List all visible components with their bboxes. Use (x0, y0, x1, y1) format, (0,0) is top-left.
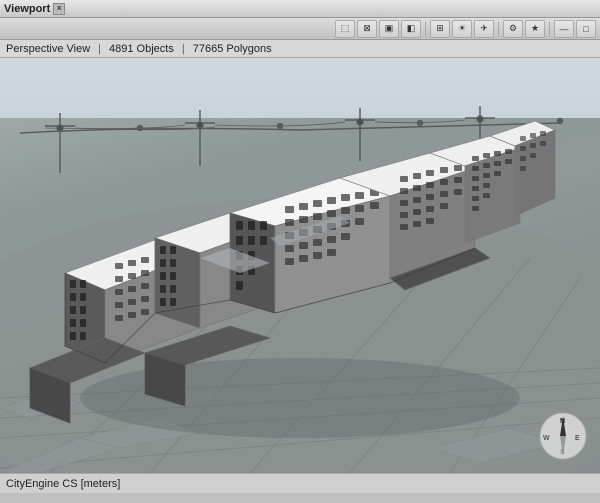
separator2 (498, 22, 499, 36)
status-bar-top: Perspective View | 4891 Objects | 77665 … (0, 40, 600, 58)
compass-s: S (560, 449, 565, 456)
minimize-icon[interactable]: — (554, 20, 574, 38)
render-icon[interactable]: ▣ (379, 20, 399, 38)
3d-scene (0, 58, 600, 473)
title-bar-close-button[interactable]: × (53, 3, 65, 15)
shading-icon[interactable]: ◧ (401, 20, 421, 38)
toolbar: ⬚ ⊠ ▣ ◧ ⊞ ☀ ✈ ⚙ ★ — □ (0, 18, 600, 40)
separator3 (549, 22, 550, 36)
polygons-count: 77665 Polygons (193, 43, 272, 55)
light-icon[interactable]: ☀ (452, 20, 472, 38)
objects-count: 4891 Objects (109, 43, 174, 55)
view-label: Perspective View (6, 43, 90, 55)
compass-e: E (575, 435, 580, 442)
sep1: | (98, 43, 101, 55)
compass-rose: E W N S (538, 411, 588, 461)
star-icon[interactable]: ★ (525, 20, 545, 38)
camera-icon[interactable]: ⊞ (430, 20, 450, 38)
status-bar-bottom: CityEngine CS [meters] (0, 473, 600, 493)
select-icon[interactable]: ⬚ (335, 20, 355, 38)
title-bar: Viewport × (0, 0, 600, 18)
compass-n: N (560, 418, 565, 425)
viewport[interactable]: E W N S (0, 58, 600, 473)
title-bar-label: Viewport (4, 3, 50, 15)
coordinate-system-label: CityEngine CS [meters] (6, 478, 120, 490)
separator1 (425, 22, 426, 36)
sep2: | (182, 43, 185, 55)
maximize-icon[interactable]: □ (576, 20, 596, 38)
compass-w: W (543, 435, 550, 442)
objects-icon[interactable]: ⊠ (357, 20, 377, 38)
settings-icon[interactable]: ⚙ (503, 20, 523, 38)
navigate-icon[interactable]: ✈ (474, 20, 494, 38)
